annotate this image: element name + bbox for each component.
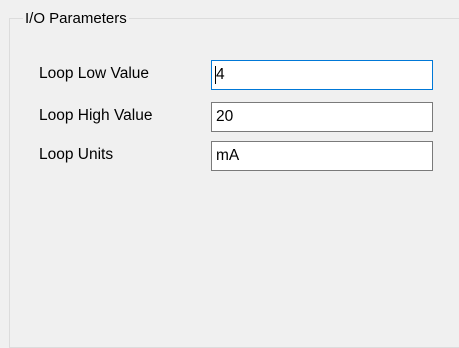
- loop-high-value-text: 20: [216, 108, 234, 125]
- loop-high-value-label: Loop High Value: [39, 107, 153, 124]
- loop-low-value-label: Loop Low Value: [39, 65, 150, 82]
- loop-units-label: Loop Units: [39, 146, 114, 163]
- loop-units-text: mA: [216, 147, 240, 164]
- loop-high-value-row: Loop High Value 20: [0, 102, 459, 132]
- loop-low-value-row: Loop Low Value 4: [0, 60, 459, 90]
- loop-low-value-input[interactable]: 4: [211, 60, 433, 90]
- loop-units-input[interactable]: mA: [211, 141, 433, 171]
- loop-units-row: Loop Units mA: [0, 141, 459, 171]
- io-parameters-group-title: I/O Parameters: [23, 10, 129, 28]
- loop-high-value-input[interactable]: 20: [211, 102, 433, 132]
- loop-low-value-text: 4: [216, 66, 225, 83]
